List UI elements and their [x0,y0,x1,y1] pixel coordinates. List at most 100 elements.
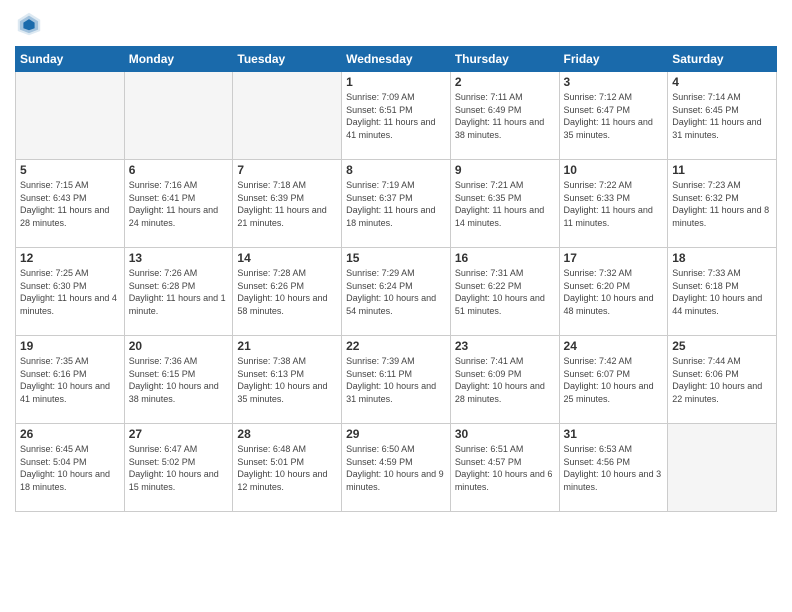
table-row [124,72,233,160]
table-row: 28 Sunrise: 6:48 AM Sunset: 5:01 PM Dayli… [233,424,342,512]
day-number: 20 [129,339,229,353]
table-row [16,72,125,160]
table-row: 10 Sunrise: 7:22 AM Sunset: 6:33 PM Dayli… [559,160,668,248]
day-info: Sunrise: 7:31 AM Sunset: 6:22 PM Dayligh… [455,267,555,317]
table-row: 6Sunrise: 7:16 AM Sunset: 6:41 PM Daylig… [124,160,233,248]
day-info: Sunrise: 7:32 AM Sunset: 6:20 PM Dayligh… [564,267,664,317]
day-number: 15 [346,251,446,265]
day-info: Sunrise: 7:12 AM Sunset: 6:47 PM Dayligh… [564,91,664,141]
table-row: 30 Sunrise: 6:51 AM Sunset: 4:57 PM Dayli… [450,424,559,512]
day-number: 14 [237,251,337,265]
day-info: Sunrise: 6:48 AM Sunset: 5:01 PM Dayligh… [237,443,337,493]
day-info: Sunrise: 7:44 AM Sunset: 6:06 PM Dayligh… [672,355,772,405]
table-row: 11 Sunrise: 7:23 AM Sunset: 6:32 PM Dayli… [668,160,777,248]
day-info: Sunrise: 7:18 AM Sunset: 6:39 PM Dayligh… [237,179,337,229]
col-saturday: Saturday [668,47,777,72]
day-number: 17 [564,251,664,265]
calendar-week-row: 1 Sunrise: 7:09 AM Sunset: 6:51 PM Daylig… [16,72,777,160]
table-row: 15 Sunrise: 7:29 AM Sunset: 6:24 PM Dayli… [342,248,451,336]
table-row: 16 Sunrise: 7:31 AM Sunset: 6:22 PM Dayli… [450,248,559,336]
day-info: Sunrise: 7:35 AM Sunset: 6:16 PM Dayligh… [20,355,120,405]
table-row: 2Sunrise: 7:11 AM Sunset: 6:49 PM Daylig… [450,72,559,160]
day-info: Sunrise: 6:45 AM Sunset: 5:04 PM Dayligh… [20,443,120,493]
day-info: Sunrise: 7:39 AM Sunset: 6:11 PM Dayligh… [346,355,446,405]
calendar-week-row: 12 Sunrise: 7:25 AM Sunset: 6:30 PM Dayli… [16,248,777,336]
day-number: 10 [564,163,664,177]
col-monday: Monday [124,47,233,72]
day-info: Sunrise: 7:41 AM Sunset: 6:09 PM Dayligh… [455,355,555,405]
table-row: 27Sunrise: 6:47 AM Sunset: 5:02 PM Dayli… [124,424,233,512]
day-info: Sunrise: 7:09 AM Sunset: 6:51 PM Dayligh… [346,91,446,141]
day-number: 16 [455,251,555,265]
day-info: Sunrise: 7:25 AM Sunset: 6:30 PM Dayligh… [20,267,120,317]
col-wednesday: Wednesday [342,47,451,72]
table-row [668,424,777,512]
day-info: Sunrise: 7:36 AM Sunset: 6:15 PM Dayligh… [129,355,229,405]
day-info: Sunrise: 7:38 AM Sunset: 6:13 PM Dayligh… [237,355,337,405]
table-row: 3 Sunrise: 7:12 AM Sunset: 6:47 PM Daylig… [559,72,668,160]
day-info: Sunrise: 6:50 AM Sunset: 4:59 PM Dayligh… [346,443,446,493]
day-info: Sunrise: 6:53 AM Sunset: 4:56 PM Dayligh… [564,443,664,493]
table-row: 19Sunrise: 7:35 AM Sunset: 6:16 PM Dayli… [16,336,125,424]
table-row: 17 Sunrise: 7:32 AM Sunset: 6:20 PM Dayli… [559,248,668,336]
day-number: 6 [129,163,229,177]
day-number: 22 [346,339,446,353]
day-number: 5 [20,163,120,177]
header [15,10,777,38]
day-number: 28 [237,427,337,441]
day-number: 30 [455,427,555,441]
table-row: 22 Sunrise: 7:39 AM Sunset: 6:11 PM Dayli… [342,336,451,424]
table-row: 5 Sunrise: 7:15 AM Sunset: 6:43 PM Daylig… [16,160,125,248]
page: Sunday Monday Tuesday Wednesday Thursday… [0,0,792,612]
table-row: 4 Sunrise: 7:14 AM Sunset: 6:45 PM Daylig… [668,72,777,160]
day-number: 18 [672,251,772,265]
table-row: 21Sunrise: 7:38 AM Sunset: 6:13 PM Dayli… [233,336,342,424]
day-number: 3 [564,75,664,89]
day-number: 27 [129,427,229,441]
day-number: 1 [346,75,446,89]
col-tuesday: Tuesday [233,47,342,72]
day-number: 9 [455,163,555,177]
day-info: Sunrise: 7:28 AM Sunset: 6:26 PM Dayligh… [237,267,337,317]
day-number: 12 [20,251,120,265]
day-number: 24 [564,339,664,353]
day-number: 25 [672,339,772,353]
day-number: 8 [346,163,446,177]
table-row: 31 Sunrise: 6:53 AM Sunset: 4:56 PM Dayli… [559,424,668,512]
table-row: 7 Sunrise: 7:18 AM Sunset: 6:39 PM Daylig… [233,160,342,248]
day-info: Sunrise: 7:21 AM Sunset: 6:35 PM Dayligh… [455,179,555,229]
table-row: 26 Sunrise: 6:45 AM Sunset: 5:04 PM Dayli… [16,424,125,512]
calendar-week-row: 5 Sunrise: 7:15 AM Sunset: 6:43 PM Daylig… [16,160,777,248]
table-row: 9 Sunrise: 7:21 AM Sunset: 6:35 PM Daylig… [450,160,559,248]
day-info: Sunrise: 7:23 AM Sunset: 6:32 PM Dayligh… [672,179,772,229]
day-info: Sunrise: 7:42 AM Sunset: 6:07 PM Dayligh… [564,355,664,405]
day-info: Sunrise: 7:22 AM Sunset: 6:33 PM Dayligh… [564,179,664,229]
calendar-week-row: 19Sunrise: 7:35 AM Sunset: 6:16 PM Dayli… [16,336,777,424]
table-row: 23 Sunrise: 7:41 AM Sunset: 6:09 PM Dayli… [450,336,559,424]
day-info: Sunrise: 7:19 AM Sunset: 6:37 PM Dayligh… [346,179,446,229]
day-number: 31 [564,427,664,441]
col-thursday: Thursday [450,47,559,72]
day-info: Sunrise: 7:15 AM Sunset: 6:43 PM Dayligh… [20,179,120,229]
day-number: 13 [129,251,229,265]
day-info: Sunrise: 7:29 AM Sunset: 6:24 PM Dayligh… [346,267,446,317]
table-row: 8 Sunrise: 7:19 AM Sunset: 6:37 PM Daylig… [342,160,451,248]
table-row: 18 Sunrise: 7:33 AM Sunset: 6:18 PM Dayli… [668,248,777,336]
day-number: 26 [20,427,120,441]
day-number: 23 [455,339,555,353]
day-info: Sunrise: 7:14 AM Sunset: 6:45 PM Dayligh… [672,91,772,141]
table-row: 25 Sunrise: 7:44 AM Sunset: 6:06 PM Dayli… [668,336,777,424]
table-row: 1 Sunrise: 7:09 AM Sunset: 6:51 PM Daylig… [342,72,451,160]
col-sunday: Sunday [16,47,125,72]
day-number: 7 [237,163,337,177]
day-number: 4 [672,75,772,89]
day-info: Sunrise: 6:51 AM Sunset: 4:57 PM Dayligh… [455,443,555,493]
calendar-week-row: 26 Sunrise: 6:45 AM Sunset: 5:04 PM Dayli… [16,424,777,512]
col-friday: Friday [559,47,668,72]
table-row: 29 Sunrise: 6:50 AM Sunset: 4:59 PM Dayli… [342,424,451,512]
day-info: Sunrise: 7:33 AM Sunset: 6:18 PM Dayligh… [672,267,772,317]
table-row: 13Sunrise: 7:26 AM Sunset: 6:28 PM Dayli… [124,248,233,336]
day-number: 2 [455,75,555,89]
day-number: 11 [672,163,772,177]
day-number: 29 [346,427,446,441]
